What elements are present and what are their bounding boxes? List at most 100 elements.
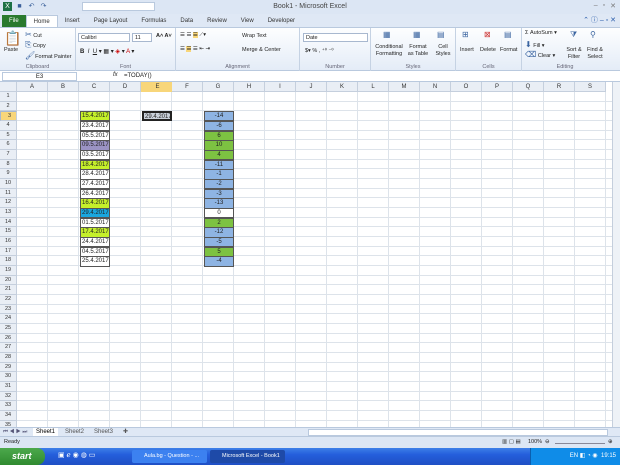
language-indicator[interactable]: EN — [570, 453, 578, 459]
font-size-select[interactable]: 11 — [132, 33, 152, 42]
row-header-1[interactable]: 1 — [0, 92, 17, 102]
column-header-r[interactable]: R — [544, 82, 575, 92]
column-header-l[interactable]: L — [358, 82, 389, 92]
zoom-slider[interactable] — [555, 443, 605, 444]
row-header-21[interactable]: 21 — [0, 285, 17, 296]
taskbar-item-excel[interactable]: Microsoft Excel - Book1 — [210, 450, 285, 463]
column-header-g[interactable]: G — [203, 82, 234, 92]
cell-e3[interactable]: 29.4.2017 — [142, 111, 172, 122]
row-header-5[interactable]: 5 — [0, 130, 17, 141]
column-header-h[interactable]: H — [234, 82, 265, 92]
name-box[interactable]: E3 — [2, 72, 77, 81]
column-header-o[interactable]: O — [451, 82, 482, 92]
merge-center-button[interactable]: Merge & Center — [242, 47, 281, 53]
row-header-4[interactable]: 4 — [0, 121, 17, 131]
row-header-23[interactable]: 23 — [0, 304, 17, 315]
number-format-select[interactable]: Date — [303, 33, 368, 42]
column-header-n[interactable]: N — [420, 82, 451, 92]
cell-g16[interactable]: -5 — [204, 237, 234, 248]
cell-c7[interactable]: 03.5.2017 — [80, 150, 110, 161]
select-all-corner[interactable] — [0, 82, 17, 92]
cell-c6[interactable]: 09.5.2017 — [80, 140, 110, 151]
cell-c4[interactable]: 23.4.2017 — [80, 121, 110, 132]
row-header-31[interactable]: 31 — [0, 382, 17, 392]
row-header-16[interactable]: 16 — [0, 237, 17, 247]
cell-c16[interactable]: 24.4.2017 — [80, 237, 110, 248]
format-button[interactable]: Format — [500, 47, 517, 53]
cell-g11[interactable]: -3 — [204, 188, 234, 199]
paste-button[interactable]: Paste — [4, 47, 18, 53]
start-button[interactable]: start — [0, 448, 45, 465]
row-header-13[interactable]: 13 — [0, 208, 17, 218]
font-format-icons[interactable]: B I U ▾ ▦ ▾ ◈ ▾ A ▾ — [80, 48, 134, 55]
cell-g7[interactable]: 4 — [204, 150, 234, 161]
row-header-18[interactable]: 18 — [0, 256, 17, 267]
conditional-formatting-button[interactable]: Conditional Formatting — [374, 44, 404, 58]
column-header-c[interactable]: C — [79, 82, 110, 92]
column-header-f[interactable]: F — [172, 82, 203, 92]
row-header-33[interactable]: 33 — [0, 401, 17, 412]
row-header-25[interactable]: 25 — [0, 324, 17, 334]
row-header-24[interactable]: 24 — [0, 314, 17, 325]
row-header-3[interactable]: 3 — [0, 111, 17, 121]
horizontal-scrollbar[interactable] — [308, 429, 608, 436]
row-header-22[interactable]: 22 — [0, 295, 17, 305]
view-buttons[interactable]: ▥ ▢ ▤ — [502, 439, 521, 445]
cell-g15[interactable]: -12 — [204, 227, 234, 238]
column-header-j[interactable]: J — [296, 82, 327, 92]
zoom-level[interactable]: 100% — [528, 439, 542, 445]
taskbar-item-browser[interactable]: Aula.bg - Question - ... — [132, 450, 207, 463]
number-format-icons[interactable]: $▾ % , ⁺⁰ ⁻⁰ — [305, 48, 334, 54]
tab-review[interactable]: Review — [200, 15, 234, 27]
cell-styles-button[interactable]: Cell Styles — [432, 44, 454, 58]
row-header-12[interactable]: 12 — [0, 198, 17, 209]
column-header-q[interactable]: Q — [513, 82, 544, 92]
row-header-29[interactable]: 29 — [0, 362, 17, 373]
sheet-nav-icons[interactable]: ⏮ ◀ ▶ ⏭ — [3, 429, 27, 436]
clear-button[interactable]: ⌫ Clear ▾ — [525, 50, 555, 59]
row-header-9[interactable]: 9 — [0, 169, 17, 180]
cell-c13[interactable]: 29.4.2017 — [80, 208, 110, 219]
cell-g9[interactable]: -1 — [204, 169, 234, 180]
tab-data[interactable]: Data — [173, 15, 200, 27]
column-header-i[interactable]: I — [265, 82, 296, 92]
tab-home[interactable]: Home — [25, 15, 58, 27]
cell-c11[interactable]: 26.4.2017 — [80, 188, 110, 199]
column-header-e[interactable]: E — [141, 82, 172, 92]
cell-c17[interactable]: 04.5.2017 — [80, 246, 110, 257]
find-select-button[interactable]: Find & Select — [584, 47, 606, 61]
row-header-26[interactable]: 26 — [0, 333, 17, 344]
row-header-17[interactable]: 17 — [0, 246, 17, 257]
row-header-10[interactable]: 10 — [0, 179, 17, 189]
vertical-scrollbar[interactable] — [612, 82, 620, 427]
cell-c5[interactable]: 05.5.2017 — [80, 130, 110, 141]
insert-button[interactable]: Insert — [460, 47, 474, 53]
wrap-text-button[interactable]: Wrap Text — [242, 33, 267, 39]
zoom-out-icon[interactable]: ⊖ — [545, 439, 550, 445]
sheet-tab-2[interactable]: Sheet2 — [62, 428, 87, 436]
formula-input[interactable]: =TODAY() — [124, 72, 612, 81]
tab-file[interactable]: File — [2, 15, 26, 27]
row-header-20[interactable]: 20 — [0, 275, 17, 286]
grow-font-icon[interactable]: A˄ A˅ — [156, 33, 172, 39]
cell-g14[interactable]: 2 — [204, 217, 234, 228]
cell-g5[interactable]: 6 — [204, 130, 234, 141]
column-header-d[interactable]: D — [110, 82, 141, 92]
tab-page-layout[interactable]: Page Layout — [87, 15, 135, 27]
minimize-icon[interactable]: – — [594, 2, 598, 10]
column-header-a[interactable]: A — [17, 82, 48, 92]
cell-g3[interactable]: -14 — [204, 111, 234, 122]
cell-c10[interactable]: 27.4.2017 — [80, 179, 110, 190]
row-header-14[interactable]: 14 — [0, 217, 17, 228]
row-header-30[interactable]: 30 — [0, 372, 17, 383]
delete-button[interactable]: Delete — [480, 47, 496, 53]
cell-g4[interactable]: -6 — [204, 121, 234, 132]
zoom-in-icon[interactable]: ⊕ — [608, 439, 613, 445]
font-name-select[interactable]: Calibri — [78, 33, 130, 42]
cell-c15[interactable]: 17.4.2017 — [80, 227, 110, 238]
cell-c14[interactable]: 01.5.2017 — [80, 217, 110, 228]
cell-c9[interactable]: 28.4.2017 — [80, 169, 110, 180]
tab-view[interactable]: View — [234, 15, 261, 27]
cell-c12[interactable]: 16.4.2017 — [80, 198, 110, 209]
fx-icon[interactable]: fx — [113, 72, 118, 78]
